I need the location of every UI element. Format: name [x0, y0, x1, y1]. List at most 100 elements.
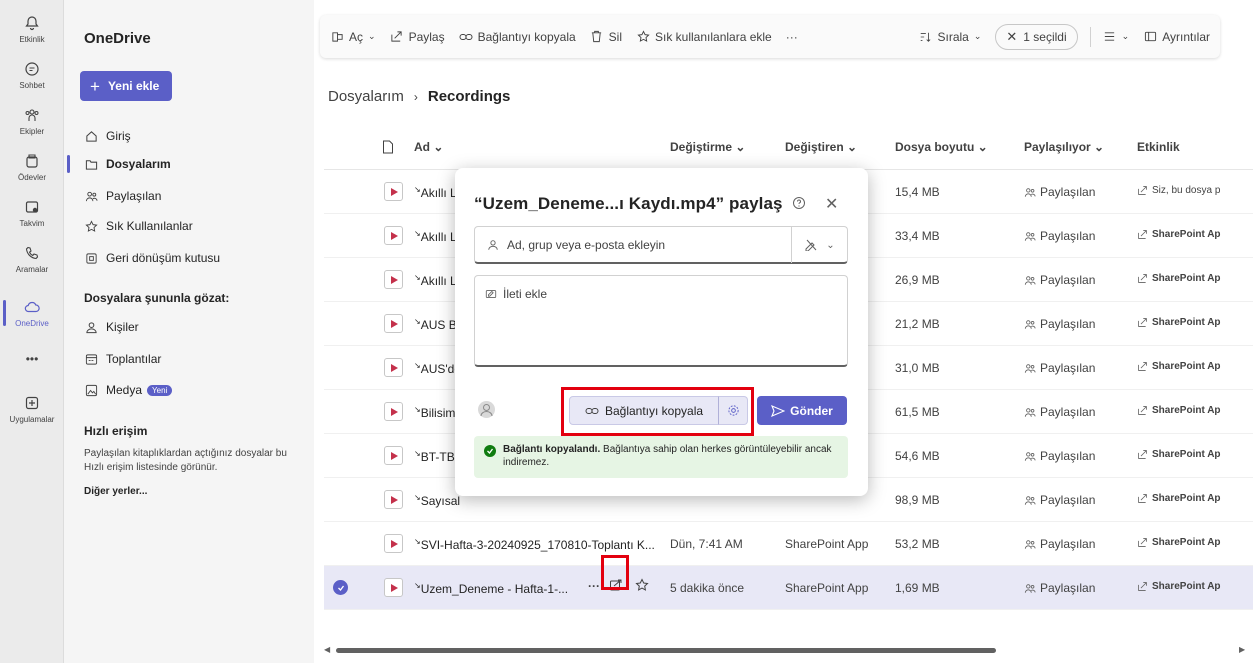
rail-assignments[interactable]: Ödevler [0, 144, 64, 190]
column-sharing[interactable]: Paylaşılıyor ⌄ [1024, 140, 1104, 154]
message-icon [485, 288, 497, 300]
table-row[interactable]: ↘SVI-Hafta-3-20240925_170810-Toplantı K.… [324, 522, 1253, 566]
rail-apps[interactable]: Uygulamalar [0, 386, 64, 432]
file-size: 1,69 MB [895, 581, 940, 595]
message-input[interactable]: İleti ekle [474, 275, 848, 367]
rail-teams[interactable]: Ekipler [0, 98, 64, 144]
view-options-button[interactable]: ⌄ [1103, 30, 1129, 44]
more-options-button[interactable]: ··· [786, 30, 798, 44]
teams-icon [23, 106, 41, 124]
sharing-status[interactable]: Paylaşılan [1024, 185, 1095, 199]
copy-link-toolbar-button[interactable]: Bağlantıyı kopyala [459, 30, 576, 44]
row-selected-check-icon[interactable] [333, 580, 348, 595]
people-picker-input[interactable]: Ad, grup veya e-posta ekleyin ⌄ [474, 226, 848, 264]
table-row[interactable]: ↘Uzem_Deneme - Hafta-1-... ··· 5 dakika ön… [324, 566, 1253, 610]
delete-button[interactable]: Sil [590, 30, 622, 44]
link-icon [585, 405, 599, 417]
file-name-text: SVI-Hafta-3-20240925_170810-Toplantı K..… [420, 538, 655, 552]
column-name[interactable]: Ad ⌄ [414, 140, 443, 154]
close-icon[interactable]: ✕ [1006, 29, 1017, 45]
scroll-right-icon[interactable]: ▶ [1239, 645, 1245, 654]
rail-chat[interactable]: Sohbet [0, 52, 64, 98]
star-icon[interactable] [635, 578, 649, 595]
breadcrumb-separator: › [413, 89, 418, 104]
add-favorites-button[interactable]: Sık kullanılanlara ekle [636, 30, 772, 44]
file-name[interactable]: ↘Bilisim [414, 405, 455, 420]
shared-icon [1024, 275, 1036, 285]
nav-item-people[interactable]: Kişiler [84, 317, 139, 337]
file-name[interactable]: ↘AUS'de [414, 361, 461, 376]
close-icon[interactable]: ✕ [825, 194, 838, 214]
add-new-label: Yeni ekle [107, 79, 160, 93]
file-name[interactable]: ↘Sayısal [414, 493, 460, 508]
link-icon [459, 30, 473, 44]
recording-indicator: ↘ [414, 581, 421, 590]
scroll-left-icon[interactable]: ◀ [324, 645, 330, 654]
nav-item-meetings[interactable]: Toplantılar [84, 349, 161, 369]
nav-item-my-files[interactable]: Dosyalarım [84, 154, 171, 174]
sharing-status[interactable]: Paylaşılan [1024, 229, 1095, 243]
nav-item-home[interactable]: Giriş [84, 126, 131, 146]
sharing-label: Paylaşılan [1040, 581, 1096, 595]
file-name[interactable]: ↘Uzem_Deneme - Hafta-1-... [414, 581, 568, 596]
breadcrumb-root[interactable]: Dosyalarım [328, 88, 404, 105]
link-settings-button[interactable] [718, 396, 748, 425]
sharing-label: Paylaşılan [1040, 449, 1096, 463]
sharing-status[interactable]: Paylaşılan [1024, 537, 1095, 551]
activity: SharePoint Ap [1137, 317, 1253, 328]
nav-label: Medya [106, 383, 143, 397]
activity: SharePoint Ap [1137, 449, 1253, 460]
sharing-status[interactable]: Paylaşılan [1024, 317, 1095, 331]
activity: SharePoint Ap [1137, 537, 1253, 548]
add-new-button[interactable]: + Yeni ekle [80, 71, 172, 101]
people-picker-placeholder: Ad, grup veya e-posta ekleyin [507, 237, 666, 252]
command-bar: Aç ⌄ Paylaş Bağlantıyı kopyala Sil Sık k… [320, 15, 1220, 58]
permission-dropdown[interactable]: ⌄ [791, 227, 847, 263]
open-button[interactable]: Aç ⌄ [330, 30, 376, 44]
sharing-status[interactable]: Paylaşılan [1024, 405, 1095, 419]
copy-link-button[interactable]: Bağlantıyı kopyala [569, 396, 719, 425]
file-name[interactable]: ↘SVI-Hafta-3-20240925_170810-Toplantı K.… [414, 537, 655, 552]
assignments-icon [23, 152, 41, 170]
rail-calendar[interactable]: Takvim [0, 190, 64, 236]
scrollbar-thumb[interactable] [336, 648, 996, 653]
column-size[interactable]: Dosya boyutu ⌄ [895, 140, 988, 154]
open-icon [330, 30, 344, 44]
activity: Siz, bu dosya p [1137, 185, 1253, 196]
delete-label: Sil [608, 29, 622, 44]
video-file-icon [384, 490, 403, 509]
sharing-status[interactable]: Paylaşılan [1024, 581, 1095, 595]
column-modified-by[interactable]: Değiştiren ⌄ [785, 140, 857, 154]
sharing-status[interactable]: Paylaşılan [1024, 273, 1095, 287]
rail-onedrive[interactable]: OneDrive [0, 290, 64, 336]
sharing-status[interactable]: Paylaşılan [1024, 493, 1095, 507]
send-button[interactable]: Gönder [757, 396, 847, 425]
activity-text: Siz, bu dosya p [1152, 185, 1221, 196]
nav-item-shared[interactable]: Paylaşılan [84, 186, 161, 206]
column-activity[interactable]: Etkinlik [1137, 140, 1180, 154]
sharing-status[interactable]: Paylaşılan [1024, 361, 1095, 375]
active-indicator [67, 155, 70, 173]
sharing-status[interactable]: Paylaşılan [1024, 449, 1095, 463]
horizontal-scrollbar[interactable]: ◀ ▶ [324, 645, 1249, 655]
row-more-button[interactable]: ··· [588, 579, 600, 593]
nav-item-recycle-bin[interactable]: Geri dönüşüm kutusu [84, 248, 220, 268]
column-modified[interactable]: Değiştirme ⌄ [670, 140, 745, 154]
nav-label: Sık Kullanılanlar [106, 219, 193, 233]
rail-activity[interactable]: Etkinlik [0, 6, 64, 52]
nav-item-favorites[interactable]: Sık Kullanılanlar [84, 216, 193, 236]
rail-label: Aramalar [15, 265, 49, 274]
other-places-link[interactable]: Diğer yerler... [84, 486, 147, 497]
nav-item-media[interactable]: Medya Yeni [84, 380, 173, 400]
rail-more[interactable]: ••• [0, 336, 64, 382]
app-title: OneDrive [84, 30, 151, 47]
selection-count-pill[interactable]: ✕ 1 seçildi [995, 23, 1078, 50]
recording-indicator: ↘ [414, 537, 421, 546]
help-icon[interactable] [792, 196, 806, 210]
share-icon[interactable] [609, 578, 623, 595]
details-button[interactable]: Ayrıntılar [1143, 30, 1210, 44]
rail-calls[interactable]: Aramalar [0, 236, 64, 282]
share-button[interactable]: Paylaş [390, 30, 445, 44]
check-icon [484, 445, 496, 457]
sort-button[interactable]: Sırala ⌄ [918, 30, 981, 44]
